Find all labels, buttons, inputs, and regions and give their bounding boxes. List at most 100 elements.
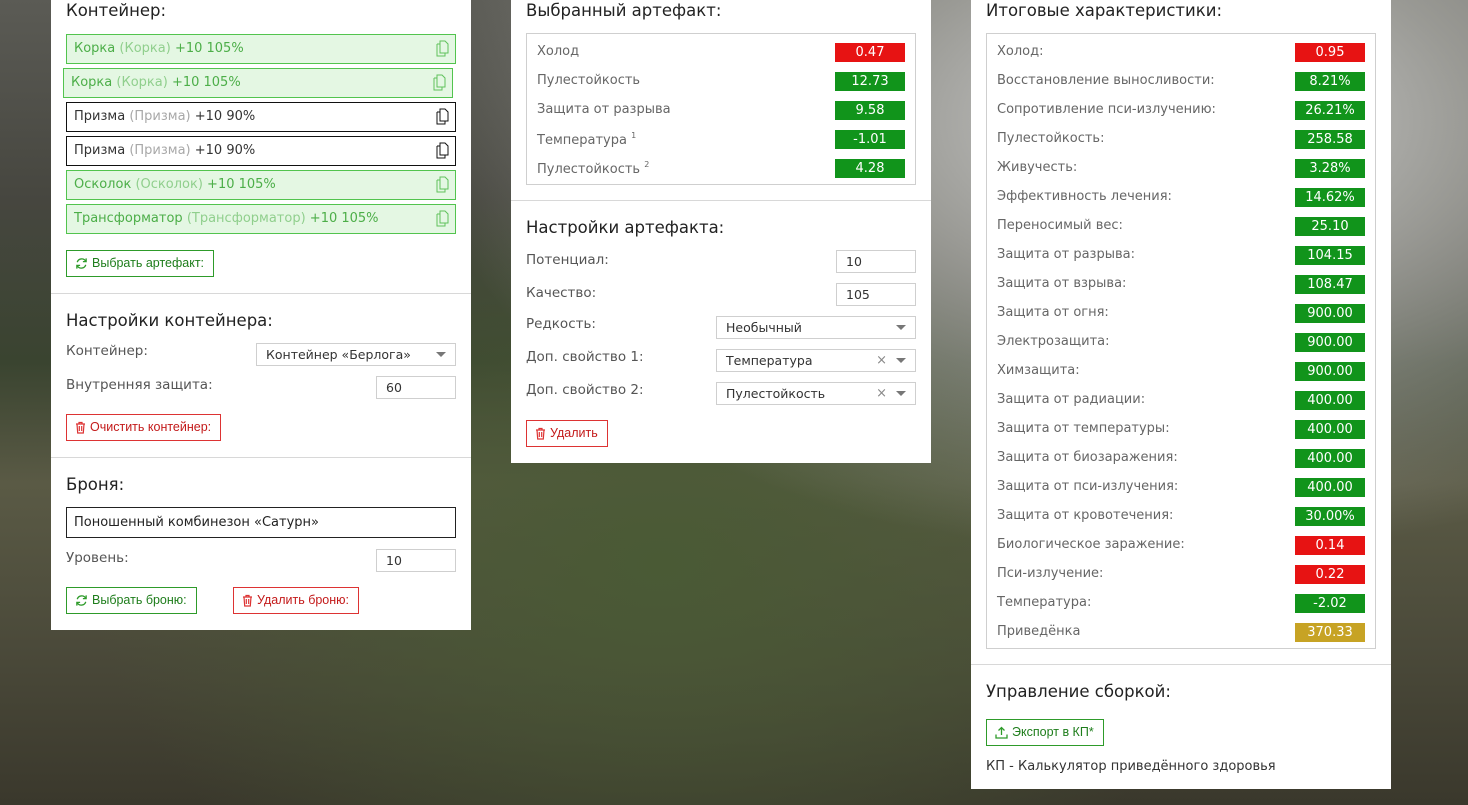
stat-name: Защита от радиации: [997,392,1145,407]
artifact-slot[interactable]: Призма (Призма) +10 90% [66,102,456,132]
armor-level-input[interactable]: 10 [376,549,456,572]
stat-row: Пулестойкость 2 4.28 [527,153,915,182]
slot-subname: (Трансформатор) [186,211,306,226]
copy-icon[interactable] [436,40,449,57]
extra1-select[interactable]: Температура × [716,349,916,372]
artifact-slot[interactable]: Осколок (Осколок) +10 105% [66,170,456,200]
stat-name: Химзащита: [997,363,1080,378]
stat-name: Пси-излучение: [997,566,1103,581]
stat-value: 9.58 [835,101,905,120]
slot-level: +10 105% [171,75,241,90]
divider [51,293,471,294]
totals-panel: Итоговые характеристики: Холод: 0.95 Восст… [971,0,1391,789]
clear-icon[interactable]: × [876,350,887,371]
clear-icon[interactable]: × [876,383,887,404]
artifact-panel: Выбранный артефакт: Холод 0.47 Пулестойкос… [511,0,931,463]
clear-container-button[interactable]: Очистить контейнер: [66,414,222,441]
stat-name: Защита от огня: [997,305,1109,320]
stat-row: Защита от пси-излучения: 400.00 [987,472,1375,501]
stat-label: Защита от пси-излучения: [997,479,1179,494]
internal-protection-input[interactable]: 60 [376,376,456,399]
stat-label: Пулестойкость [537,162,641,177]
stat-label: Сопротивление пси-излучению: [997,102,1216,117]
stat-row: Холод: 0.95 [987,37,1375,66]
stat-name: Защита от биозаражения: [997,450,1178,465]
slot-subname: (Призма) [129,143,191,158]
copy-icon[interactable] [433,74,446,91]
stat-name: Холод [537,44,579,59]
stat-label: Холод: [997,44,1044,59]
select-artifact-button[interactable]: Выбрать артефакт: [66,250,215,277]
extra2-select[interactable]: Пулестойкость × [716,382,916,405]
copy-icon[interactable] [436,108,449,125]
remove-armor-button[interactable]: Удалить броню: [233,587,360,614]
stat-row: Переносимый вес: 25.10 [987,211,1375,240]
stat-label: Переносимый вес: [997,218,1123,233]
stat-label: Температура: [997,595,1092,610]
stat-value: 900.00 [1295,333,1365,352]
slot-level: +10 105% [309,211,379,226]
quality-label: Качество: [526,285,597,301]
armor-level-label: Уровень: [66,550,129,566]
stat-row: Защита от биозаражения: 400.00 [987,443,1375,472]
stat-name: Пулестойкость [537,73,640,88]
refresh-icon [76,595,87,606]
stat-name: Защита от взрыва: [997,276,1126,291]
stat-name: Защита от разрыва [537,102,671,117]
potential-label: Потенциал: [526,252,609,268]
slot-level: +10 90% [194,143,256,158]
stat-row: Температура 1 -1.01 [527,124,915,153]
slot-level: +10 90% [194,109,256,124]
stat-name: Температура 1 [537,131,636,148]
stat-name: Холод: [997,44,1044,59]
select-armor-button[interactable]: Выбрать броню: [66,587,197,614]
rarity-select[interactable]: Необычный [716,316,916,339]
extra2-value: Пулестойкость [726,386,826,401]
stat-value: 4.28 [835,159,905,178]
stat-row: Пулестойкость 12.73 [527,66,915,95]
stat-value: 30.00% [1295,507,1365,526]
artifact-slot[interactable]: Призма (Призма) +10 90% [66,136,456,166]
copy-icon[interactable] [436,142,449,159]
artifact-slot[interactable]: Корка (Корка) +10 105% [66,34,456,64]
stat-label: Защита от огня: [997,305,1109,320]
stat-value: 14.62% [1295,188,1365,207]
stat-label: Эффективность лечения: [997,189,1172,204]
stat-row: Защита от разрыва: 104.15 [987,240,1375,269]
stat-row: Защита от разрыва 9.58 [527,95,915,124]
slot-level: +10 105% [174,41,244,56]
artifact-stats-table: Холод 0.47 Пулестойкость 12.73 Защита от раз… [526,33,916,185]
armor-field[interactable]: Поношенный комбинезон «Сатурн» [66,507,456,538]
stat-label: Живучесть: [997,160,1078,175]
divider [51,457,471,458]
refresh-icon [76,258,87,269]
delete-artifact-button[interactable]: Удалить [526,420,608,447]
stat-value: 400.00 [1295,478,1365,497]
stat-name: Сопротивление пси-излучению: [997,102,1216,117]
slot-name: Корка [71,75,113,90]
slot-name: Трансформатор [74,211,183,226]
stat-value: 400.00 [1295,449,1365,468]
potential-input[interactable]: 10 [836,250,916,273]
stat-name: Защита от кровотечения: [997,508,1173,523]
artifact-slot[interactable]: Корка (Корка) +10 105% [63,68,453,98]
container-select[interactable]: Контейнер «Берлога» [256,343,456,366]
stat-row: Эффективность лечения: 14.62% [987,182,1375,211]
stat-name: Защита от температуры: [997,421,1170,436]
divider [511,200,931,201]
copy-icon[interactable] [436,176,449,193]
stat-name: Пулестойкость: [997,131,1104,146]
quality-input[interactable]: 105 [836,283,916,306]
stat-row: Химзащита: 900.00 [987,356,1375,385]
stat-name: Электрозащита: [997,334,1110,349]
export-button[interactable]: Экспорт в КП* [986,719,1104,746]
stat-label: Электрозащита: [997,334,1110,349]
container-select-value: Контейнер «Берлога» [266,347,411,362]
stat-value: 400.00 [1295,391,1365,410]
slot-subname: (Корка) [119,41,171,56]
artifact-slot[interactable]: Трансформатор (Трансформатор) +10 105% [66,204,456,234]
extra2-label: Доп. свойство 2: [526,382,644,398]
stat-label: Защита от разрыва [537,102,671,117]
stat-row: Сопротивление пси-излучению: 26.21% [987,95,1375,124]
copy-icon[interactable] [436,210,449,227]
